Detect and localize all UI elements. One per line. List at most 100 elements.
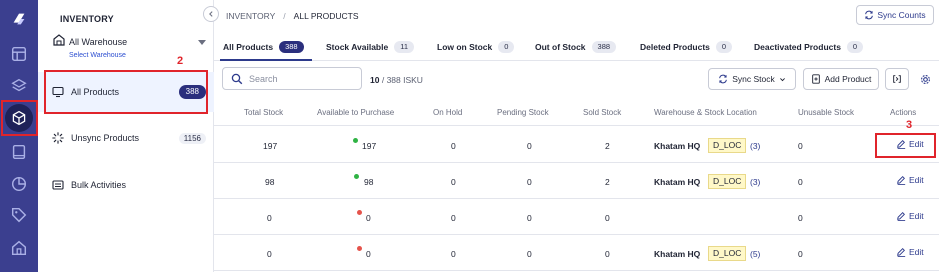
status-dot [354,174,359,179]
unusable-cell: 0 [798,249,803,259]
column-header: Sold Stock [583,108,622,117]
sku-shown: 10 [370,75,380,85]
sidebar-item-unsync-products[interactable]: Unsync Products 1156 [38,118,214,158]
app-window: INVENTORY All Warehouse Select Warehouse… [0,0,939,272]
column-header: Total Stock [244,108,284,117]
warehouse-name: Khatam HQ [654,177,701,187]
pending-cell: 0 [527,177,532,187]
unusable-cell: 0 [798,177,803,187]
status-tabs: All Products 388 Stock Available 11 Low on… [214,33,939,61]
location-chip: D_LOC [708,246,747,261]
edit-button[interactable]: Edit [896,247,924,257]
inventory-box-icon[interactable] [5,104,33,132]
status-dot [353,138,358,143]
sync-stock-dropdown[interactable]: Sync Stock [708,68,796,90]
table-row: 0 0 0 0 0 0 Edit [214,199,939,235]
tab-out-of-stock[interactable]: Out of Stock 388 [535,33,617,61]
column-header: Actions [890,108,917,117]
tab-label: Out of Stock [535,42,586,52]
edit-label: Edit [909,175,924,185]
tab-deactivated-products[interactable]: Deactivated Products 0 [754,33,864,61]
tab-count-badge: 0 [498,41,515,53]
sync-icon [719,74,728,84]
add-product-button[interactable]: Add Product [803,68,879,90]
tab-label: Low on Stock [437,42,493,52]
sku-total: / 388 ISKU [381,75,423,85]
settings-button[interactable] [916,68,934,90]
location-count-link[interactable]: (5) [750,249,760,259]
search-input[interactable] [249,71,357,87]
gear-icon [920,74,930,84]
column-header: Warehouse & Stock Location [654,108,757,117]
warehouse-name: Khatam HQ [654,249,701,259]
highlight-box [875,133,936,158]
highlight-box [44,70,208,114]
add-document-icon [811,74,820,84]
count-badge: 1156 [178,132,206,144]
sold-cell: 2 [605,141,610,151]
chevron-down-icon [779,77,785,81]
book-icon[interactable] [0,138,38,166]
search-box[interactable] [222,67,362,90]
edit-button[interactable]: Edit [896,175,924,185]
on-hold-cell: 0 [451,177,456,187]
edit-label: Edit [909,247,924,257]
tab-deleted-products[interactable]: Deleted Products 0 [640,33,733,61]
breadcrumb-root[interactable]: INVENTORY [226,11,275,21]
tab-all-products[interactable]: All Products 388 [223,33,304,61]
location-count-link[interactable]: (3) [750,177,760,187]
status-dot [357,246,362,251]
annotation-number: 2 [177,55,184,67]
add-product-label: Add Product [824,74,872,84]
sync-icon [865,10,874,20]
chevron-left-icon [209,11,213,17]
tab-label: All Products [223,42,274,52]
expand-columns-button[interactable] [885,68,909,90]
tag-icon[interactable] [0,201,38,229]
loading-spinner-icon [52,132,64,144]
icon-rail [0,0,38,272]
expand-icon [893,75,901,83]
available-cell: 0 [366,213,371,223]
sync-counts-button[interactable]: Sync Counts [856,5,934,25]
select-warehouse-link[interactable]: Select Warehouse [69,52,126,59]
on-hold-cell: 0 [451,249,456,259]
table-row: 98 98 0 0 2 Khatam HQ D_LOC (3) 0 Edit [214,163,939,199]
tab-stock-available[interactable]: Stock Available 11 [326,33,414,61]
available-cell: 197 [362,141,377,151]
app-logo-icon[interactable] [0,5,38,33]
table-header: Total Stock Available to Purchase On Hol… [214,100,939,126]
total-stock-cell: 98 [265,177,275,187]
tab-label: Deactivated Products [754,42,841,52]
sync-stock-label: Sync Stock [732,74,775,84]
edit-button[interactable]: Edit [896,211,924,221]
layers-icon[interactable] [0,72,38,100]
sold-cell: 0 [605,213,610,223]
table-row: 0 0 0 0 0 Khatam HQ D_LOC (5) 0 Edit [214,235,939,271]
chevron-down-icon[interactable] [198,40,206,45]
unusable-cell: 0 [798,141,803,151]
location-chip: D_LOC [708,174,747,189]
total-stock-cell: 0 [267,213,272,223]
collapse-sidebar-button[interactable] [203,6,219,22]
home-icon[interactable] [0,234,38,262]
pie-chart-icon[interactable] [0,170,38,198]
on-hold-cell: 0 [451,213,456,223]
tab-count-badge: 0 [715,41,733,53]
dashboard-icon[interactable] [0,40,38,68]
sku-count: 10 / 388 ISKU [370,75,423,85]
warehouse-icon [53,34,65,46]
warehouse-selector[interactable]: All Warehouse [69,37,127,47]
tab-low-on-stock[interactable]: Low on Stock 0 [437,33,515,61]
tab-label: Stock Available [326,42,389,52]
search-icon [231,73,243,85]
tab-count-badge: 11 [394,41,414,53]
location-count-link[interactable]: (3) [750,141,760,151]
main-content: INVENTORY / ALL PRODUCTS Sync Counts All P… [214,0,939,272]
sidebar-item-bulk-activities[interactable]: Bulk Activities [38,165,214,205]
total-stock-cell: 197 [263,141,278,151]
sidebar-item-label: Unsync Products [71,133,140,143]
breadcrumb-separator: / [283,11,286,21]
sidebar-title: INVENTORY [60,14,114,24]
tab-count-badge: 388 [279,41,304,53]
